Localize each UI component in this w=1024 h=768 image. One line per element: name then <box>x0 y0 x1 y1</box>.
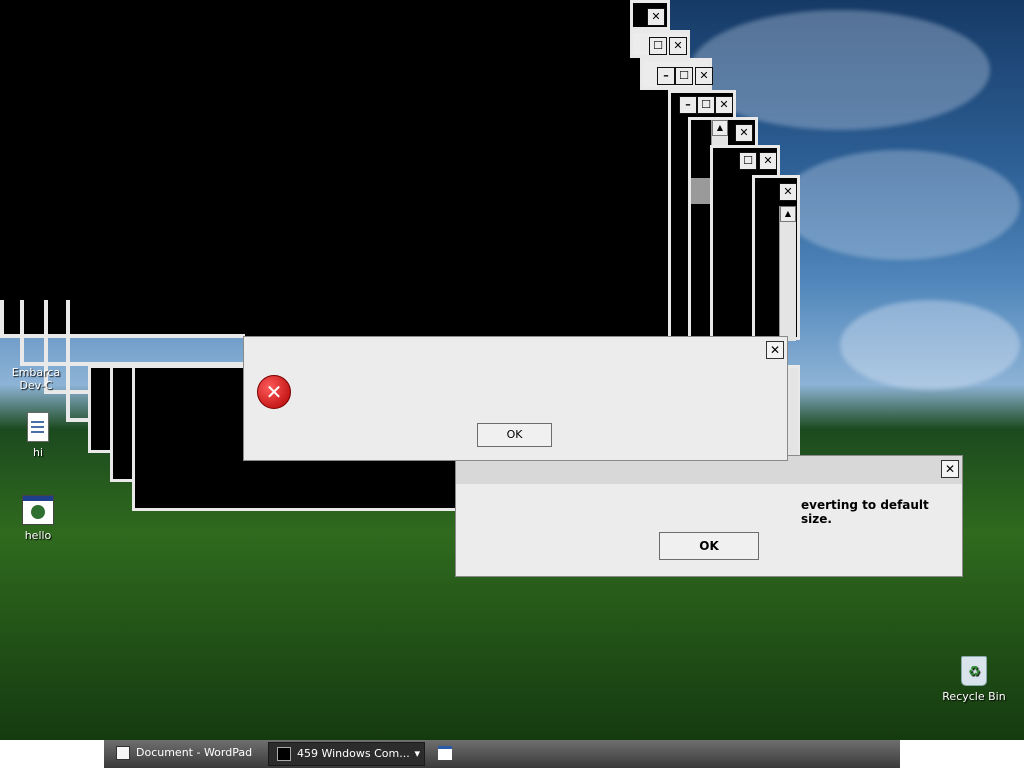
taskbar-strip: Document - WordPad 459 Windows Com... ▾ <box>104 740 900 768</box>
maximize-icon[interactable]: ☐ <box>675 67 693 85</box>
maximize-icon[interactable]: ☐ <box>649 37 667 55</box>
window-border <box>66 300 70 422</box>
scroll-up-arrow[interactable]: ▲ <box>712 120 728 136</box>
black-window-area <box>0 0 668 338</box>
desktop: ✕ ☐ ✕ – ☐ ✕ – ☐ ✕ ▲ ✕ ☐ ✕ ▲ ✕ ▲ <box>0 0 1024 740</box>
notepad-document-icon <box>27 412 49 442</box>
error-dialog: ✕ ✕ OK <box>243 336 788 461</box>
ok-button[interactable]: OK <box>477 423 552 447</box>
minimize-icon[interactable]: – <box>679 96 697 114</box>
desktop-icon-hello[interactable]: hello <box>2 495 74 542</box>
maximize-icon[interactable]: ☐ <box>739 152 757 170</box>
close-icon[interactable]: ✕ <box>647 8 665 26</box>
taskbar-item-label: Document - WordPad <box>136 746 253 759</box>
desktop-icon-label: hi <box>32 446 44 459</box>
desktop-icon-label: Recycle Bin <box>942 690 1006 703</box>
close-icon[interactable]: ✕ <box>779 183 797 201</box>
stacked-window[interactable]: ✕ <box>630 0 670 30</box>
taskbar-item-command-prompt[interactable]: 459 Windows Com... ▾ <box>268 742 425 766</box>
wordpad-icon <box>116 746 130 760</box>
close-icon[interactable]: ✕ <box>669 37 687 55</box>
close-icon[interactable]: ✕ <box>695 67 713 85</box>
taskbar-item-label: 459 Windows Com... <box>297 747 410 760</box>
close-icon[interactable]: ✕ <box>735 124 753 142</box>
desktop-icon-hi[interactable]: hi <box>2 412 74 459</box>
scrollbar[interactable]: ▲ <box>779 206 796 341</box>
window-icon <box>438 746 452 760</box>
close-icon[interactable]: ✕ <box>766 341 784 359</box>
resize-dialog: ✕ everting to default size. OK <box>455 455 963 577</box>
stacked-window[interactable]: – ☐ ✕ <box>640 58 713 90</box>
close-icon[interactable]: ✕ <box>715 96 733 114</box>
devcpp-icon-label-line1: Embarca <box>11 366 61 379</box>
taskbar-item-window[interactable] <box>430 742 460 766</box>
close-icon[interactable]: ✕ <box>941 460 959 478</box>
cmd-icon <box>277 747 291 761</box>
window-border <box>0 300 4 338</box>
maximize-icon[interactable]: ☐ <box>697 96 715 114</box>
chevron-down-icon[interactable]: ▾ <box>414 743 420 765</box>
window-border <box>0 334 245 338</box>
devcpp-icon-label-line2: Dev-C <box>19 379 53 392</box>
close-icon[interactable]: ✕ <box>759 152 777 170</box>
window-border <box>20 300 24 362</box>
sky-cloud <box>840 300 1020 390</box>
sky-cloud <box>780 150 1020 260</box>
desktop-icon-recycle-bin[interactable]: ♻ Recycle Bin <box>938 656 1010 703</box>
error-icon: ✕ <box>257 375 291 409</box>
taskbar-item-wordpad[interactable]: Document - WordPad <box>108 742 264 766</box>
minimize-icon[interactable]: – <box>657 67 675 85</box>
recycle-bin-icon: ♻ <box>961 656 987 686</box>
stacked-window[interactable]: ✕ ▲ <box>752 175 800 341</box>
executable-window-icon <box>22 495 54 525</box>
scroll-up-arrow[interactable]: ▲ <box>780 206 796 222</box>
stacked-window[interactable]: ☐ ✕ <box>630 30 690 58</box>
desktop-icon-label: hello <box>24 529 52 542</box>
taskbar: Document - WordPad 459 Windows Com... ▾ <box>0 740 1024 768</box>
desktop-icon-devcpp[interactable]: Embarca Dev-C <box>0 366 72 392</box>
ok-button[interactable]: OK <box>659 532 759 560</box>
dialog-message: everting to default size. <box>801 498 929 526</box>
